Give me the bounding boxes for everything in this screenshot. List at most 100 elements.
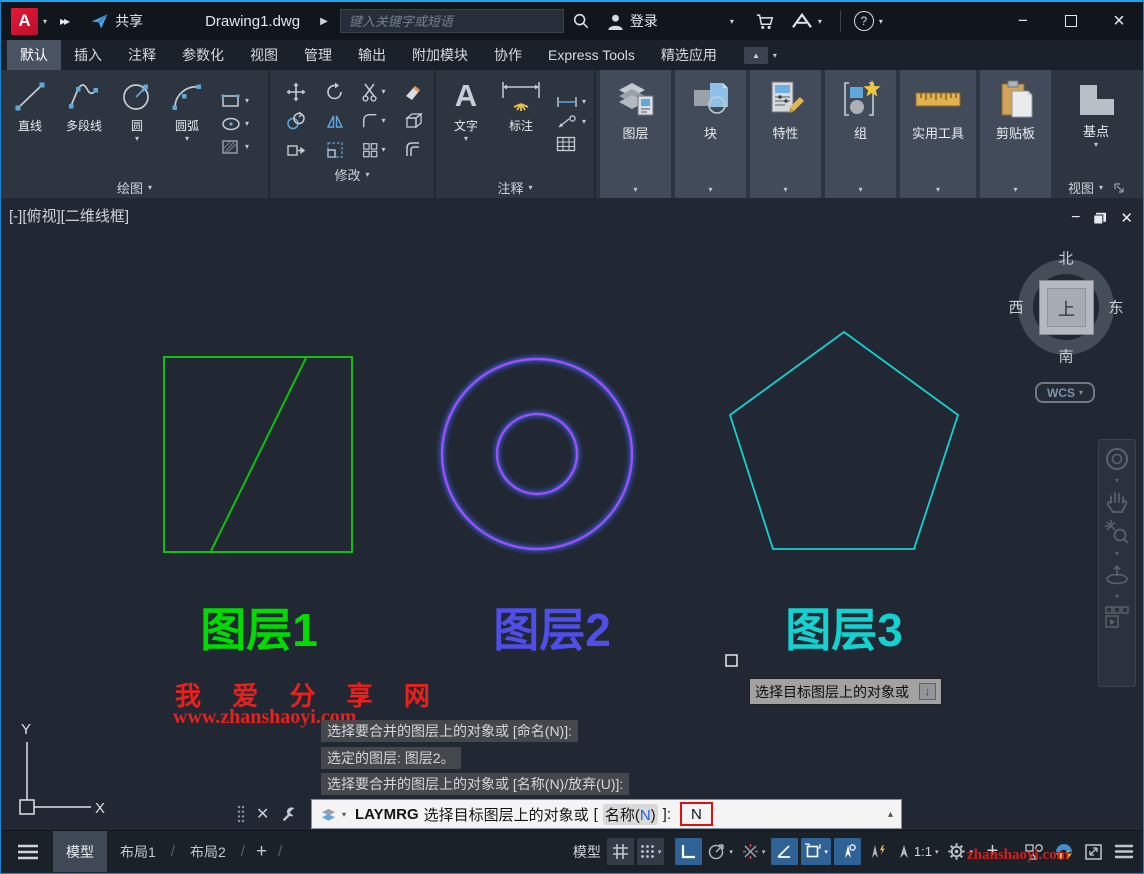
quick-access-expand-icon[interactable]: ▸▸ bbox=[60, 14, 68, 28]
basepoint-button[interactable]: 基点 bbox=[1083, 121, 1109, 140]
navigation-wheel-icon[interactable] bbox=[1104, 446, 1130, 472]
move-tool[interactable] bbox=[276, 77, 315, 106]
viewcube-east[interactable]: 东 bbox=[1108, 297, 1123, 318]
object-snap-button[interactable]: ▾ bbox=[801, 838, 831, 865]
block-dropdown-icon[interactable]: ▾ bbox=[708, 185, 712, 194]
ortho-mode-button[interactable] bbox=[675, 838, 702, 865]
command-customize-wrench-icon[interactable] bbox=[280, 805, 298, 823]
annotate-panel-label[interactable]: 注释▾ bbox=[436, 177, 594, 198]
fillet-dropdown-icon[interactable]: ▾ bbox=[381, 116, 385, 125]
panel-layers-button[interactable]: 图层 ▾ bbox=[600, 70, 671, 198]
linear-dimension-tool[interactable]: ▾ bbox=[556, 96, 586, 108]
tab-parametric[interactable]: 参数化 bbox=[169, 40, 237, 70]
rectangle-dropdown-icon[interactable]: ▾ bbox=[245, 96, 249, 105]
annotation-visibility-button[interactable] bbox=[834, 838, 861, 865]
tab-featured-apps[interactable]: 精选应用 bbox=[648, 40, 730, 70]
tab-addins[interactable]: 附加模块 bbox=[399, 40, 481, 70]
panel-utilities-button[interactable]: 实用工具 ▾ bbox=[900, 70, 976, 198]
command-drag-handle-icon[interactable] bbox=[237, 805, 245, 823]
mirror-tool[interactable] bbox=[315, 106, 354, 135]
table-tool[interactable] bbox=[556, 136, 586, 152]
model-space-button[interactable]: 模型 bbox=[570, 838, 604, 865]
minimize-button[interactable]: − bbox=[999, 2, 1047, 40]
copy-tool[interactable] bbox=[276, 106, 315, 135]
tab-express-tools[interactable]: Express Tools bbox=[535, 40, 648, 70]
leader-dropdown-icon[interactable]: ▾ bbox=[582, 117, 586, 126]
grid-display-button[interactable] bbox=[607, 838, 634, 865]
command-typed-input[interactable]: N bbox=[680, 802, 713, 826]
help-caret-icon[interactable]: ▾ bbox=[879, 17, 883, 26]
annotation-scale-button[interactable]: 1:1 ▾ bbox=[894, 838, 942, 865]
orbit-icon[interactable] bbox=[1104, 562, 1130, 588]
text-tool[interactable]: A 文字 ▾ bbox=[444, 70, 488, 177]
stretch-tool[interactable] bbox=[276, 135, 315, 164]
trim-dropdown-icon[interactable]: ▾ bbox=[381, 87, 385, 96]
explode-tool[interactable] bbox=[393, 106, 432, 135]
tab-manage[interactable]: 管理 bbox=[291, 40, 345, 70]
user-icon[interactable] bbox=[606, 12, 625, 31]
doc-arrow-icon[interactable]: ▶ bbox=[320, 16, 328, 27]
array-dropdown-icon[interactable]: ▾ bbox=[381, 145, 385, 154]
maximize-button[interactable] bbox=[1047, 2, 1095, 40]
clipboard-dropdown-icon[interactable]: ▾ bbox=[1013, 185, 1017, 194]
command-options-caret-icon[interactable]: ▾ bbox=[342, 810, 346, 819]
share-button[interactable]: 共享 bbox=[90, 11, 143, 31]
clean-screen-button[interactable] bbox=[1080, 838, 1107, 865]
viewport-restore-icon[interactable] bbox=[1093, 212, 1107, 225]
login-caret-icon[interactable]: ▾ bbox=[730, 17, 734, 26]
snap-dropdown-icon[interactable]: ▾ bbox=[658, 848, 662, 856]
gear-dropdown-icon[interactable]: ▾ bbox=[969, 848, 973, 856]
linear-dim-dropdown-icon[interactable]: ▾ bbox=[582, 97, 586, 106]
viewcube-north[interactable]: 北 bbox=[1058, 248, 1073, 269]
tab-layout1[interactable]: 布局1 bbox=[107, 831, 169, 872]
hatch-tool[interactable]: ▾ bbox=[221, 139, 249, 155]
tab-insert[interactable]: 插入 bbox=[61, 40, 115, 70]
erase-tool[interactable] bbox=[393, 77, 432, 106]
showmotion-icon[interactable] bbox=[1104, 605, 1130, 629]
viewcube-south[interactable]: 南 bbox=[1058, 346, 1073, 367]
arc-dropdown-icon[interactable]: ▾ bbox=[185, 134, 189, 143]
circle-tool[interactable]: 圆 ▾ bbox=[115, 70, 159, 177]
properties-dropdown-icon[interactable]: ▾ bbox=[783, 185, 787, 194]
circle-dropdown-icon[interactable]: ▾ bbox=[135, 134, 139, 143]
autocad-logo-icon[interactable]: A bbox=[11, 8, 38, 35]
tab-default[interactable]: 默认 bbox=[7, 40, 61, 70]
utilities-dropdown-icon[interactable]: ▾ bbox=[936, 185, 940, 194]
trim-tool[interactable]: ▾ bbox=[354, 77, 393, 106]
panel-clipboard-button[interactable]: 剪贴板 ▾ bbox=[980, 70, 1051, 198]
search-input[interactable] bbox=[340, 9, 564, 33]
autodesk-logo-icon[interactable] bbox=[791, 12, 813, 30]
layers-dropdown-icon[interactable]: ▾ bbox=[633, 185, 637, 194]
isometric-drafting-button[interactable] bbox=[771, 838, 798, 865]
autodesk-caret-icon[interactable]: ▾ bbox=[818, 17, 822, 26]
viewport-close-icon[interactable]: ✕ bbox=[1120, 209, 1133, 227]
tab-layout2[interactable]: 布局2 bbox=[177, 831, 239, 872]
orbit-dropdown-icon[interactable]: ▾ bbox=[1115, 592, 1119, 601]
hatch-dropdown-icon[interactable]: ▾ bbox=[245, 142, 249, 151]
osnap-dropdown-icon[interactable]: ▾ bbox=[824, 848, 828, 856]
tracking-dropdown-icon[interactable]: ▾ bbox=[762, 848, 766, 856]
customization-gear-button[interactable]: ▾ bbox=[944, 838, 976, 865]
zoom-icon[interactable] bbox=[1104, 519, 1130, 545]
snap-mode-button[interactable]: ▾ bbox=[637, 838, 665, 865]
help-icon[interactable]: ? bbox=[854, 11, 874, 31]
panel-group-button[interactable]: 组 ▾ bbox=[825, 70, 896, 198]
panel-block-button[interactable]: 块 ▾ bbox=[675, 70, 746, 198]
arc-tool[interactable]: 圆弧 ▾ bbox=[162, 70, 212, 177]
dialog-launcher-icon[interactable] bbox=[1114, 183, 1124, 193]
array-tool[interactable]: ▾ bbox=[354, 135, 393, 164]
viewcube-top-face[interactable]: 上 bbox=[1039, 280, 1094, 335]
modify-panel-label[interactable]: 修改▾ bbox=[270, 164, 434, 185]
close-button[interactable]: × bbox=[1095, 2, 1143, 40]
leader-tool[interactable]: ▾ bbox=[556, 115, 586, 129]
tab-model[interactable]: 模型 bbox=[53, 831, 107, 872]
command-close-icon[interactable]: ✕ bbox=[256, 804, 269, 824]
new-layout-button[interactable]: + bbox=[247, 831, 276, 872]
app-menu-caret-icon[interactable]: ▾ bbox=[43, 17, 47, 26]
object-snap-tracking-button[interactable]: ▾ bbox=[739, 838, 769, 865]
command-recent-caret-icon[interactable]: ▴ bbox=[888, 809, 893, 820]
wheel-dropdown-icon[interactable]: ▾ bbox=[1115, 476, 1119, 485]
ribbon-minimize-control[interactable]: ▲ ▾ bbox=[744, 40, 777, 70]
line-tool[interactable]: 直线 bbox=[7, 70, 53, 177]
viewport-minimize-icon[interactable]: − bbox=[1071, 209, 1080, 227]
